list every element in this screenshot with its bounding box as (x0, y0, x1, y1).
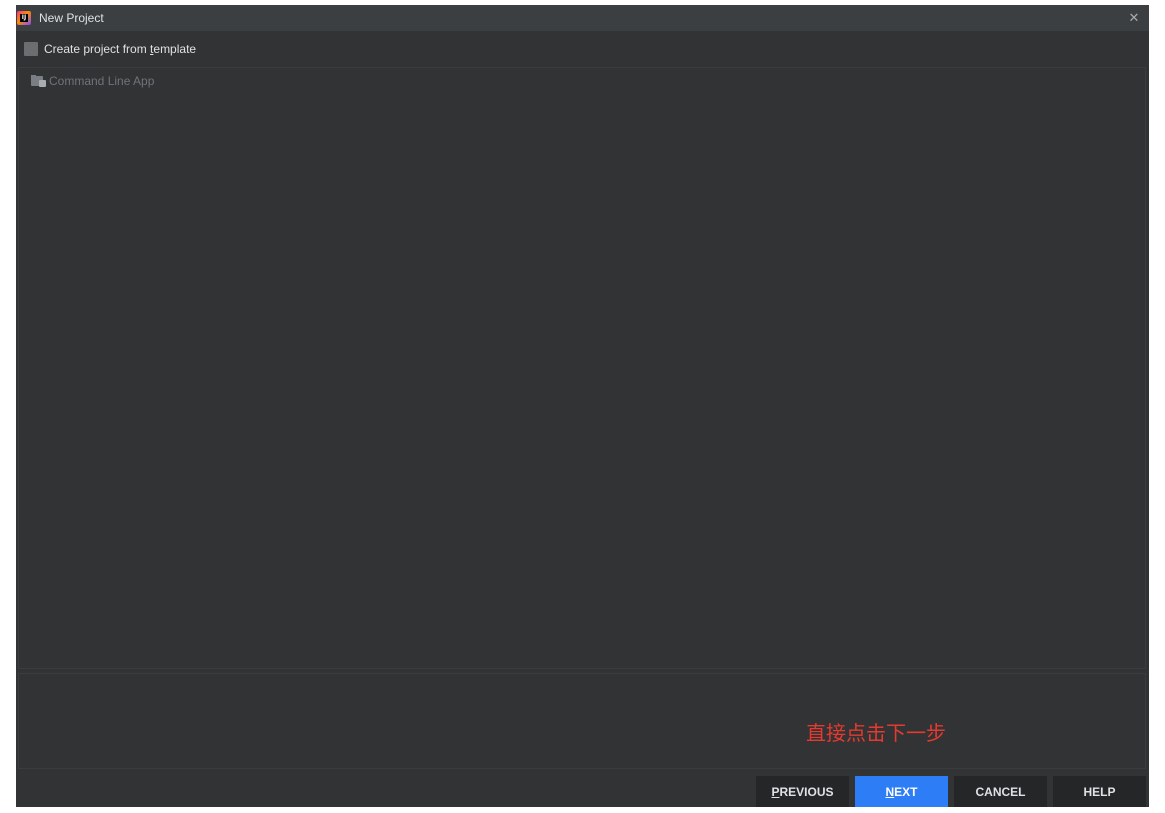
previous-rest: REVIOUS (779, 784, 834, 799)
create-from-template-checkbox[interactable] (24, 42, 38, 56)
cancel-button[interactable]: CANCEL (954, 776, 1047, 807)
label-prefix: Create project from (44, 42, 151, 56)
template-list: Command Line App (18, 67, 1146, 669)
dialog-title: New Project (39, 11, 104, 25)
next-button[interactable]: N EXT (855, 776, 948, 807)
next-rest: EXT (894, 784, 918, 799)
new-project-dialog: IJ New Project ✕ Create project from tem… (16, 5, 1149, 807)
label-suffix: emplate (153, 42, 197, 56)
create-from-template-label[interactable]: Create project from template (44, 42, 196, 56)
previous-mnemonic: P (771, 784, 780, 799)
folder-app-icon (31, 75, 46, 87)
template-item-command-line-app: Command Line App (31, 74, 154, 88)
create-from-template-row[interactable]: Create project from template (24, 42, 196, 56)
title-bar[interactable]: IJ New Project ✕ (16, 5, 1149, 31)
dialog-button-bar: P REVIOUS N EXT CANCEL HELP (756, 776, 1146, 807)
intellij-app-icon: IJ (17, 11, 31, 25)
template-description-panel (18, 673, 1146, 769)
help-button[interactable]: HELP (1053, 776, 1146, 807)
annotation-text: 直接点击下一步 (806, 721, 946, 745)
previous-button[interactable]: P REVIOUS (756, 776, 849, 807)
template-item-label: Command Line App (49, 74, 155, 88)
close-icon[interactable]: ✕ (1125, 9, 1143, 27)
next-mnemonic: N (885, 784, 895, 799)
app-icon-text: IJ (20, 14, 28, 22)
